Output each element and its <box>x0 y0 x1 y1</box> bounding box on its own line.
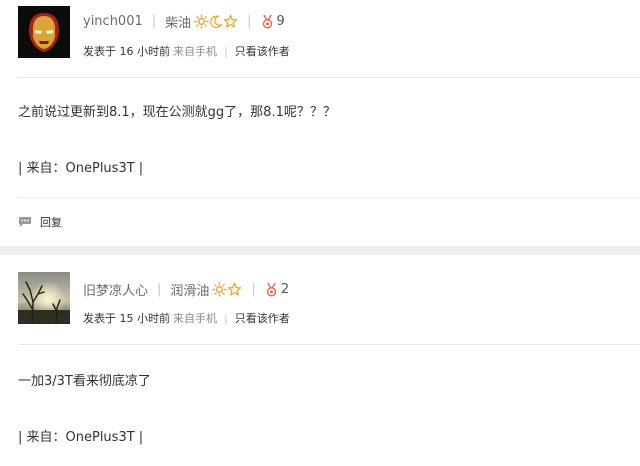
medal-count: 2 <box>280 281 290 297</box>
medal-icon <box>262 14 272 29</box>
user-level: 柴油 <box>165 15 192 31</box>
post-source: 来自手机 <box>173 45 217 58</box>
username[interactable]: yinch001 <box>83 14 143 29</box>
divider <box>18 344 640 345</box>
divider <box>18 77 640 78</box>
sun-icon <box>194 13 209 29</box>
post-content: 之前说过更新到8.1，现在公测就gg了，那8.1呢？？？ <box>18 105 336 120</box>
separator: | <box>151 13 157 29</box>
reply-button[interactable]: 回复 <box>18 214 62 230</box>
user-level: 润滑油 <box>170 283 210 299</box>
medal-count: 9 <box>276 13 285 29</box>
only-author-link[interactable]: 只看该作者 <box>235 43 290 59</box>
username[interactable]: 旧梦凉人心 <box>83 280 148 299</box>
medal[interactable]: 9 <box>261 14 285 29</box>
star-icon <box>223 14 238 28</box>
post-separator <box>0 246 640 255</box>
post-2: 旧梦凉人心 | 润滑油 | 2 发表于 15 小时前 来自手机 | 只看该作者 … <box>0 255 640 466</box>
separator: | <box>224 44 228 58</box>
post-1: yinch001 | 柴油 | 9 发表于 16 小时前 来自手机 | 只看该作… <box>0 0 640 246</box>
reply-label: 回复 <box>40 216 62 229</box>
only-author-link[interactable]: 只看该作者 <box>235 310 290 326</box>
post-device: | 来自：OnePlus3T | <box>18 161 144 176</box>
separator: | <box>247 13 252 29</box>
moon-icon <box>210 15 224 28</box>
level-icons <box>212 281 242 297</box>
separator: | <box>224 311 228 325</box>
star-icon <box>228 282 242 296</box>
post-device: | 来自：OnePlus3T | <box>18 430 144 445</box>
medal[interactable]: 2 <box>265 282 289 297</box>
avatar[interactable] <box>18 272 70 324</box>
level-icons <box>194 13 238 29</box>
divider <box>18 197 640 198</box>
medal-icon <box>266 282 277 297</box>
post-time: 发表于 15 小时前 <box>83 312 170 325</box>
separator: | <box>251 281 256 297</box>
reply-icon <box>19 217 31 227</box>
post-content: 一加3/3T看来彻底凉了 <box>18 374 151 389</box>
sun-icon <box>212 281 228 297</box>
separator: | <box>157 281 162 297</box>
avatar[interactable] <box>18 6 70 58</box>
post-source: 来自手机 <box>173 312 217 325</box>
post-time: 发表于 16 小时前 <box>83 45 170 58</box>
